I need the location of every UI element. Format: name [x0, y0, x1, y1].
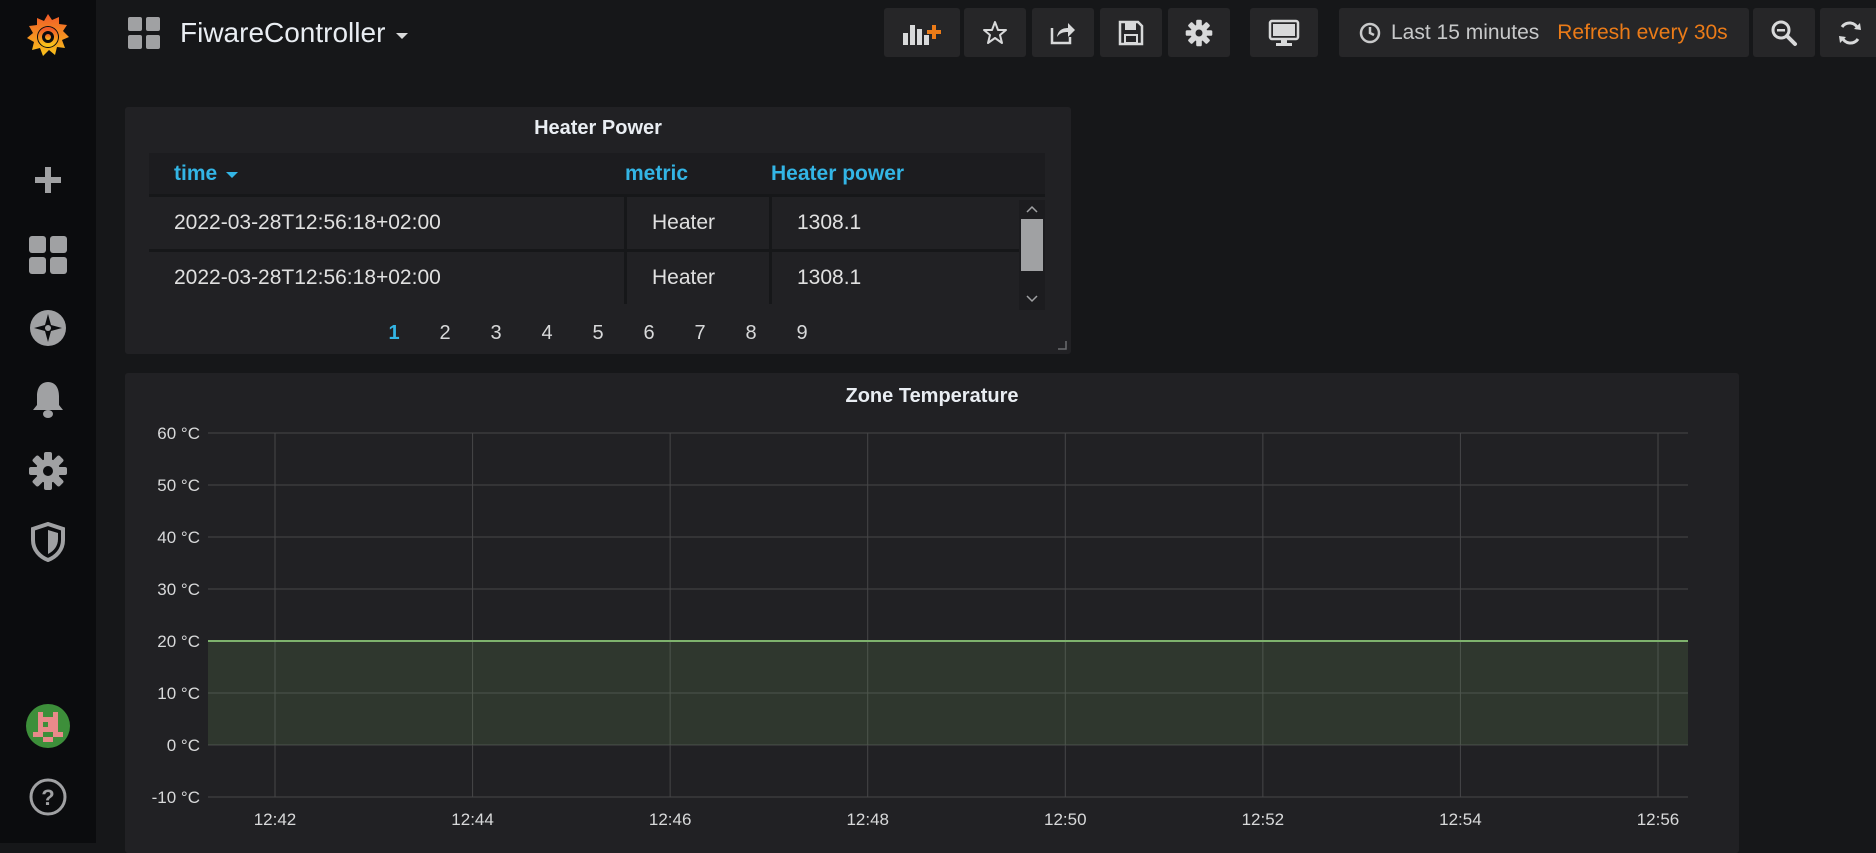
zone-temperature-chart[interactable]: 60 °C 50 °C 40 °C 30 °C 20 °C 10 °C 0 °C -10 °C…	[125, 373, 1739, 843]
star-button[interactable]	[964, 8, 1026, 57]
time-range-label: Last 15 minutes	[1391, 20, 1540, 44]
compass-icon[interactable]	[0, 304, 96, 352]
add-panel-icon	[903, 24, 941, 45]
zoom-out-button[interactable]	[1753, 8, 1815, 57]
add-panel-button[interactable]	[884, 8, 960, 57]
avatar-icon[interactable]	[0, 702, 96, 750]
x-tick-label: 12:42	[254, 810, 297, 829]
refresh-icon	[1839, 21, 1861, 44]
pagination-page-9[interactable]: 9	[787, 317, 817, 349]
dashboard-title: FiwareController	[180, 17, 386, 48]
share-button[interactable]	[1032, 8, 1094, 57]
settings-button[interactable]	[1168, 8, 1230, 57]
pagination-page-2[interactable]: 2	[430, 317, 460, 349]
save-button[interactable]	[1100, 8, 1162, 57]
grid-icon[interactable]	[0, 231, 96, 279]
divider	[624, 197, 627, 249]
y-tick-label: 20 °C	[157, 632, 200, 651]
monitor-icon	[1268, 19, 1300, 46]
zoom-out-icon	[1771, 20, 1797, 46]
column-label: time	[174, 162, 218, 185]
y-tick-label: 40 °C	[157, 528, 200, 547]
pagination-page-8[interactable]: 8	[736, 317, 766, 349]
y-tick-label: 0 °C	[167, 736, 200, 755]
gear-icon[interactable]	[0, 447, 96, 495]
cell-metric: Heater	[652, 211, 716, 234]
scroll-up-icon[interactable]	[1026, 205, 1038, 213]
pagination-page-7[interactable]: 7	[685, 317, 715, 349]
shield-icon[interactable]	[0, 518, 96, 566]
tv-mode-button[interactable]	[1250, 8, 1318, 57]
x-tick-label: 12:54	[1439, 810, 1482, 829]
y-tick-label: 50 °C	[157, 476, 200, 495]
sort-desc-icon	[226, 172, 239, 178]
time-range-picker[interactable]: Last 15 minutes Refresh every 30s	[1339, 8, 1749, 57]
help-icon[interactable]: ?	[0, 773, 96, 821]
divider	[769, 197, 772, 249]
y-tick-label: 30 °C	[157, 580, 200, 599]
scroll-thumb[interactable]	[1021, 219, 1043, 271]
divider	[624, 252, 627, 304]
y-tick-label: 10 °C	[157, 684, 200, 703]
caret-down-icon	[396, 33, 409, 39]
grid-icon	[128, 17, 160, 49]
y-tick-label: 60 °C	[157, 424, 200, 443]
save-icon	[1118, 20, 1144, 45]
column-header-metric[interactable]: metric	[625, 153, 688, 194]
table-row: 2022-03-28T12:56:18+02:00 Heater 1308.1	[149, 252, 1019, 304]
pagination-page-5[interactable]: 5	[583, 317, 613, 349]
table-header: time metric Heater power	[149, 153, 1045, 194]
heater-power-panel: Heater Power time metric Heater power 20…	[125, 107, 1071, 354]
dashboard-picker[interactable]: FiwareController	[128, 12, 409, 54]
plus-icon[interactable]	[0, 156, 96, 204]
column-header-heater-power[interactable]: Heater power	[771, 153, 904, 194]
zone-temperature-panel: Zone Temperature 60 °C 50 °C 40 °C 30 °C 20 …	[125, 373, 1739, 853]
scroll-down-icon[interactable]	[1026, 295, 1038, 303]
x-tick-label: 12:44	[451, 810, 494, 829]
svg-text:?: ?	[41, 785, 54, 810]
refresh-interval-label: Refresh every 30s	[1557, 20, 1728, 44]
x-tick-label: 12:50	[1044, 810, 1087, 829]
resize-handle-icon[interactable]	[1057, 340, 1067, 350]
x-tick-label: 12:48	[846, 810, 889, 829]
top-navbar: FiwareController Last 15 minutes Refresh…	[96, 0, 1876, 70]
pagination-page-6[interactable]: 6	[634, 317, 664, 349]
x-tick-label: 12:56	[1637, 810, 1680, 829]
cell-heater-power: 1308.1	[797, 211, 862, 234]
gear-icon	[1185, 19, 1213, 46]
y-tick-label: -10 °C	[152, 788, 200, 807]
table-scrollbar[interactable]	[1019, 200, 1045, 310]
refresh-button[interactable]	[1820, 8, 1876, 57]
cell-heater-power: 1308.1	[797, 266, 862, 289]
x-tick-label: 12:52	[1242, 810, 1285, 829]
bell-icon[interactable]	[0, 375, 96, 423]
x-tick-label: 12:46	[649, 810, 692, 829]
share-icon	[1050, 22, 1075, 44]
cell-metric: Heater	[652, 266, 716, 289]
clock-icon	[1359, 22, 1381, 43]
star-icon	[983, 20, 1007, 44]
grafana-logo-icon[interactable]	[0, 8, 96, 68]
pagination-page-3[interactable]: 3	[481, 317, 511, 349]
series-area	[208, 641, 1688, 745]
table-row: 2022-03-28T12:56:18+02:00 Heater 1308.1	[149, 197, 1019, 249]
pagination-page-4[interactable]: 4	[532, 317, 562, 349]
pagination-page-1[interactable]: 1	[379, 317, 409, 349]
cell-time: 2022-03-28T12:56:18+02:00	[174, 266, 441, 289]
sidebar: ?	[0, 0, 96, 843]
cell-time: 2022-03-28T12:56:18+02:00	[174, 211, 441, 234]
divider	[769, 252, 772, 304]
column-header-time[interactable]: time	[174, 153, 239, 194]
panel-title: Heater Power	[534, 117, 662, 139]
